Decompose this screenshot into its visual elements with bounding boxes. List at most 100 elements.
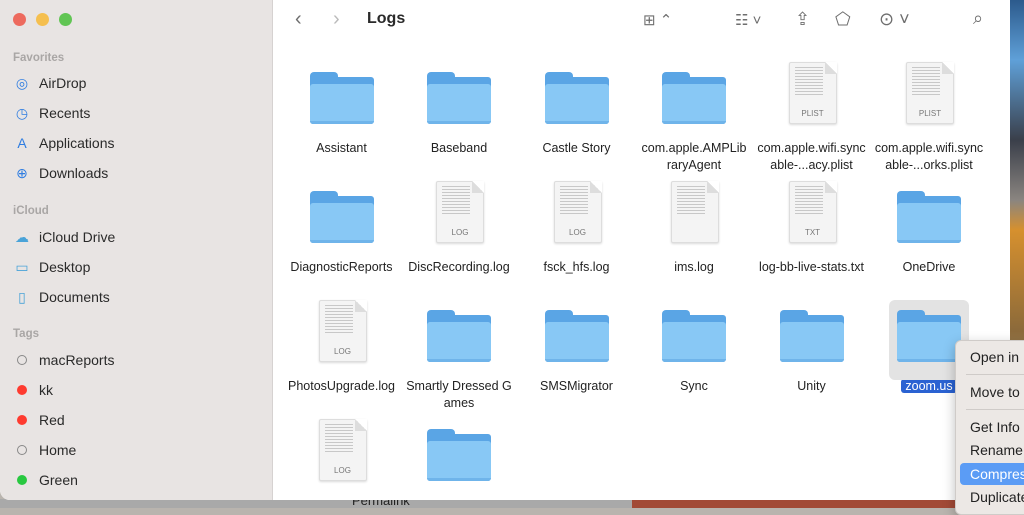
tag-icon[interactable]: ⬠ xyxy=(835,9,851,30)
document-icon: LOG xyxy=(436,181,484,243)
desktop-icon: ▭ xyxy=(15,258,29,275)
sidebar-item[interactable]: ⊕ Downloads xyxy=(13,161,263,185)
file-name: fsck_hfs.log xyxy=(543,260,610,274)
file-item[interactable]: Assistant xyxy=(283,62,400,157)
cloud-icon: ☁ xyxy=(15,228,29,245)
file-name: DiagnosticReports xyxy=(290,260,393,274)
view-toggle-icon[interactable]: ⊞ ⌃ xyxy=(643,11,672,29)
file-item[interactable]: LOG xyxy=(283,419,400,497)
file-item[interactable]: Smartly Dressed Games xyxy=(401,300,518,412)
menu-separator xyxy=(966,409,1024,410)
file-item[interactable]: SMSMigrator xyxy=(518,300,635,395)
folder-icon xyxy=(662,72,726,124)
sidebar-item[interactable]: macReports xyxy=(13,348,263,372)
context-menu: Open in Move to Get InfoRenameCompressDupl… xyxy=(955,340,1024,515)
sidebar-item-label: Green xyxy=(39,472,78,488)
group-by-icon[interactable]: ☷ ˅ xyxy=(735,11,761,29)
file-item[interactable]: com.apple.AMPLibraryAgent xyxy=(636,62,753,174)
context-menu-item[interactable]: Move to xyxy=(960,381,1024,403)
sidebar-section-title: Tags xyxy=(13,328,39,340)
file-name: SMSMigrator xyxy=(540,379,613,393)
sidebar-item[interactable]: A Applications xyxy=(13,131,263,155)
folder-icon xyxy=(309,72,374,124)
tag-color-icon xyxy=(13,445,31,455)
background-window: Permalink xyxy=(0,499,1024,508)
more-actions-icon[interactable]: ⊙ ˅ xyxy=(879,9,910,30)
background-text: Permalink xyxy=(352,499,410,508)
file-item[interactable]: Castle Story xyxy=(518,62,635,157)
file-icon: LOG xyxy=(302,419,382,499)
file-item[interactable]: OneDrive xyxy=(871,181,988,276)
folder-icon xyxy=(427,72,491,124)
sidebar-item-label: Downloads xyxy=(39,165,109,181)
file-name: com.apple.wifi.syncable-...orks.plist xyxy=(874,141,984,172)
folder-icon xyxy=(897,191,961,243)
sidebar-item[interactable]: Home xyxy=(13,438,263,462)
sidebar-item[interactable]: ☁ iCloud Drive xyxy=(13,225,263,249)
file-name: DiscRecording.log xyxy=(408,260,510,274)
sidebar-item-label: Desktop xyxy=(39,259,91,275)
file-icon xyxy=(654,300,734,380)
sidebar-item-label: Home xyxy=(39,442,77,458)
share-icon[interactable]: ⇪ xyxy=(795,9,810,30)
context-menu-item[interactable]: Compress xyxy=(960,463,1024,485)
file-item[interactable]: ims.log xyxy=(636,181,753,276)
file-icon: LOG xyxy=(537,181,617,261)
file-item[interactable]: LOG PhotosUpgrade.log xyxy=(283,300,400,395)
sidebar-item[interactable]: kk xyxy=(13,378,263,402)
sidebar-item[interactable]: ▯ Documents xyxy=(13,285,263,309)
file-item[interactable]: LOG fsck_hfs.log xyxy=(518,181,635,276)
search-icon[interactable]: ⌕ xyxy=(973,8,983,29)
file-icon xyxy=(419,300,499,380)
file-item[interactable]: DiagnosticReports xyxy=(283,181,400,276)
sidebar-item[interactable]: ◎ AirDrop xyxy=(13,71,263,95)
file-name: com.apple.AMPLibraryAgent xyxy=(641,141,747,172)
zoom-button[interactable] xyxy=(59,13,72,26)
file-name: Assistant xyxy=(316,141,367,155)
download-icon: ⊕ xyxy=(16,164,28,181)
folder-icon xyxy=(544,72,609,124)
context-menu-item[interactable]: Get Info xyxy=(960,416,1024,438)
file-item[interactable]: PLIST com.apple.wifi.syncable-...acy.plis… xyxy=(753,62,870,174)
file-icon xyxy=(302,181,382,261)
file-item[interactable]: LOG DiscRecording.log xyxy=(401,181,518,276)
file-icon xyxy=(419,62,499,142)
sidebar-item-label: kk xyxy=(39,382,53,398)
file-name: Unity xyxy=(797,379,826,393)
file-item[interactable]: TXT log-bb-live-stats.txt xyxy=(753,181,870,276)
file-icon: PLIST xyxy=(889,62,969,142)
file-icon xyxy=(889,181,969,261)
back-button[interactable]: ‹ xyxy=(295,8,302,31)
sidebar-item[interactable]: ▭ Desktop xyxy=(13,255,263,279)
minimize-button[interactable] xyxy=(36,13,49,26)
sidebar-item[interactable]: ◷ Recents xyxy=(13,101,263,125)
sidebar-item-label: Recents xyxy=(39,105,91,121)
file-name: OneDrive xyxy=(902,260,956,274)
menu-separator xyxy=(966,374,1024,375)
file-name: PhotosUpgrade.log xyxy=(287,379,396,393)
sidebar-item-label: AirDrop xyxy=(39,75,87,91)
folder-icon xyxy=(662,310,726,362)
file-name: ims.log xyxy=(674,260,714,274)
window-title: Logs xyxy=(367,10,406,27)
forward-button[interactable]: › xyxy=(333,8,340,31)
folder-icon xyxy=(427,429,491,481)
file-name: Baseband xyxy=(430,141,488,155)
context-menu-item[interactable]: Rename xyxy=(960,439,1024,461)
file-item[interactable]: PLIST com.apple.wifi.syncable-...orks.pli… xyxy=(871,62,988,174)
sidebar-item[interactable]: Green xyxy=(13,468,263,492)
folder-icon xyxy=(427,310,491,362)
tag-color-icon xyxy=(13,355,31,365)
file-item[interactable] xyxy=(401,419,518,497)
document-icon: ▯ xyxy=(18,288,26,305)
file-item[interactable]: Baseband xyxy=(401,62,518,157)
sidebar-item-label: Applications xyxy=(39,135,115,151)
sidebar-item[interactable]: Red xyxy=(13,408,263,432)
file-icon xyxy=(419,419,499,499)
close-button[interactable] xyxy=(13,13,26,26)
context-menu-item[interactable]: Open in xyxy=(960,346,1024,368)
folder-icon xyxy=(779,310,844,362)
file-item[interactable]: Sync xyxy=(636,300,753,395)
context-menu-item[interactable]: Duplicate xyxy=(960,486,1024,508)
file-item[interactable]: Unity xyxy=(753,300,870,395)
